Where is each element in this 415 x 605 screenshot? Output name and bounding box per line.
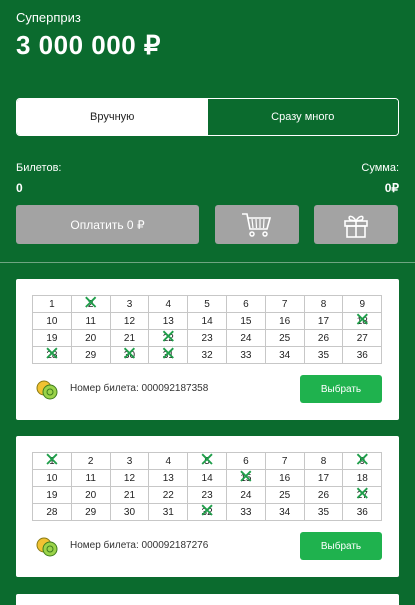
ticket-number: Номер билета: 000092187358 <box>70 383 209 394</box>
ticket-number-cell[interactable]: 20 <box>70 329 111 347</box>
ticket-number-cell[interactable]: 9 <box>342 450 383 474</box>
ticket-number-cell[interactable]: 1 <box>32 450 72 474</box>
cart-icon <box>242 212 272 237</box>
coins-icon <box>36 380 58 400</box>
ticket-number-cell[interactable]: 16 <box>264 312 305 330</box>
ticket-number-cell[interactable]: 12 <box>109 469 150 487</box>
gift-icon <box>344 215 368 238</box>
ticket-number-cell[interactable]: 24 <box>225 486 266 504</box>
ticket-number-cell[interactable]: 20 <box>70 486 111 504</box>
ticket-number-cell[interactable]: 24 <box>225 329 266 347</box>
choose-button[interactable]: Выбрать <box>300 375 382 403</box>
ticket-grid: 1234567891011121314151617181920212223242… <box>32 293 383 368</box>
ticket-number-cell[interactable]: 18 <box>342 310 383 334</box>
ticket-number-cell[interactable]: 3 <box>109 452 150 470</box>
sum-label: Сумма: <box>361 162 399 174</box>
ticket-card: 1234567891011121314151617181920212223242… <box>16 279 399 420</box>
ticket-number-cell[interactable]: 2 <box>70 293 111 317</box>
ticket-number-cell[interactable]: 8 <box>303 295 344 313</box>
ticket-number-cell[interactable]: 10 <box>32 312 72 330</box>
ticket-number-cell[interactable]: 11 <box>70 312 111 330</box>
prize-label: Суперприз <box>16 10 81 25</box>
ticket-number-cell[interactable]: 29 <box>70 346 111 364</box>
divider <box>0 262 415 263</box>
prize-value: 3 000 000 ₽ <box>16 30 161 60</box>
ticket-number-cell[interactable]: 33 <box>225 503 266 521</box>
ticket-card-partial <box>16 594 399 605</box>
tickets-count-label: Билетов: <box>16 162 62 174</box>
ticket-card: 1234567891011121314151617181920212223242… <box>16 436 399 577</box>
ticket-number-cell[interactable]: 30 <box>109 503 150 521</box>
ticket-number-cell[interactable]: 30 <box>109 344 150 368</box>
ticket-number-cell[interactable]: 7 <box>264 452 305 470</box>
ticket-number-cell[interactable]: 31 <box>148 344 189 368</box>
ticket-number-cell[interactable]: 4 <box>148 295 189 313</box>
ticket-number-cell[interactable]: 21 <box>109 486 150 504</box>
ticket-number-cell[interactable]: 26 <box>303 329 344 347</box>
mode-manual-tab[interactable]: Вручную <box>17 99 208 135</box>
mode-bulk-tab[interactable]: Сразу много <box>207 99 398 135</box>
ticket-number-cell[interactable]: 3 <box>109 295 150 313</box>
ticket-number-cell[interactable]: 34 <box>264 346 305 364</box>
ticket-number-cell[interactable]: 26 <box>303 486 344 504</box>
ticket-number-cell[interactable]: 10 <box>32 469 72 487</box>
ticket-number-cell[interactable]: 22 <box>148 486 189 504</box>
ticket-number-cell[interactable]: 25 <box>264 486 305 504</box>
ticket-number-cell[interactable]: 36 <box>342 503 383 521</box>
choose-button[interactable]: Выбрать <box>300 532 382 560</box>
ticket-number-cell[interactable]: 6 <box>225 295 266 313</box>
ticket-number-cell[interactable]: 5 <box>187 450 227 474</box>
ticket-number-cell[interactable]: 34 <box>264 503 305 521</box>
ticket-number-cell[interactable]: 16 <box>264 469 305 487</box>
mode-toggle: Вручную Сразу много <box>16 98 399 136</box>
ticket-number-cell[interactable]: 32 <box>187 501 227 525</box>
pay-button[interactable]: Оплатить 0 ₽ <box>16 205 199 244</box>
coins-icon <box>36 537 58 557</box>
ticket-number-cell[interactable]: 12 <box>109 312 150 330</box>
ticket-number-cell[interactable]: 32 <box>187 346 227 364</box>
ticket-number-cell[interactable]: 25 <box>264 329 305 347</box>
ticket-number-cell[interactable]: 31 <box>148 503 189 521</box>
ticket-number-cell[interactable]: 27 <box>342 484 383 508</box>
ticket-number-cell[interactable]: 28 <box>32 344 72 368</box>
ticket-number-cell[interactable]: 13 <box>148 469 189 487</box>
ticket-number-cell[interactable]: 5 <box>187 295 227 313</box>
ticket-number-cell[interactable]: 19 <box>32 486 72 504</box>
sum-value: 0₽ <box>384 181 399 195</box>
tickets-count-value: 0 <box>16 181 23 195</box>
ticket-number-cell[interactable]: 17 <box>303 469 344 487</box>
ticket-number-cell[interactable]: 17 <box>303 312 344 330</box>
ticket-number-cell[interactable]: 7 <box>264 295 305 313</box>
ticket-number-cell[interactable]: 2 <box>70 452 111 470</box>
ticket-number-cell[interactable]: 11 <box>70 469 111 487</box>
gift-button[interactable] <box>314 205 398 244</box>
ticket-number: Номер билета: 000092187276 <box>70 540 209 551</box>
ticket-grid: 1234567891011121314151617181920212223242… <box>32 450 383 525</box>
ticket-number-cell[interactable]: 1 <box>32 295 72 313</box>
ticket-number-cell[interactable]: 8 <box>303 452 344 470</box>
ticket-number-cell[interactable]: 4 <box>148 452 189 470</box>
ticket-number-cell[interactable]: 14 <box>187 312 227 330</box>
ticket-number-cell[interactable]: 35 <box>303 346 344 364</box>
ticket-number-cell[interactable]: 35 <box>303 503 344 521</box>
ticket-number-cell[interactable]: 15 <box>225 467 266 491</box>
ticket-number-cell[interactable]: 29 <box>70 503 111 521</box>
ticket-number-cell[interactable]: 23 <box>187 329 227 347</box>
ticket-number-cell[interactable]: 27 <box>342 329 383 347</box>
ticket-number-cell[interactable]: 15 <box>225 312 266 330</box>
ticket-number-cell[interactable]: 36 <box>342 346 383 364</box>
ticket-number-cell[interactable]: 33 <box>225 346 266 364</box>
cart-button[interactable] <box>215 205 299 244</box>
ticket-number-cell[interactable]: 14 <box>187 469 227 487</box>
ticket-number-cell[interactable]: 28 <box>32 503 72 521</box>
